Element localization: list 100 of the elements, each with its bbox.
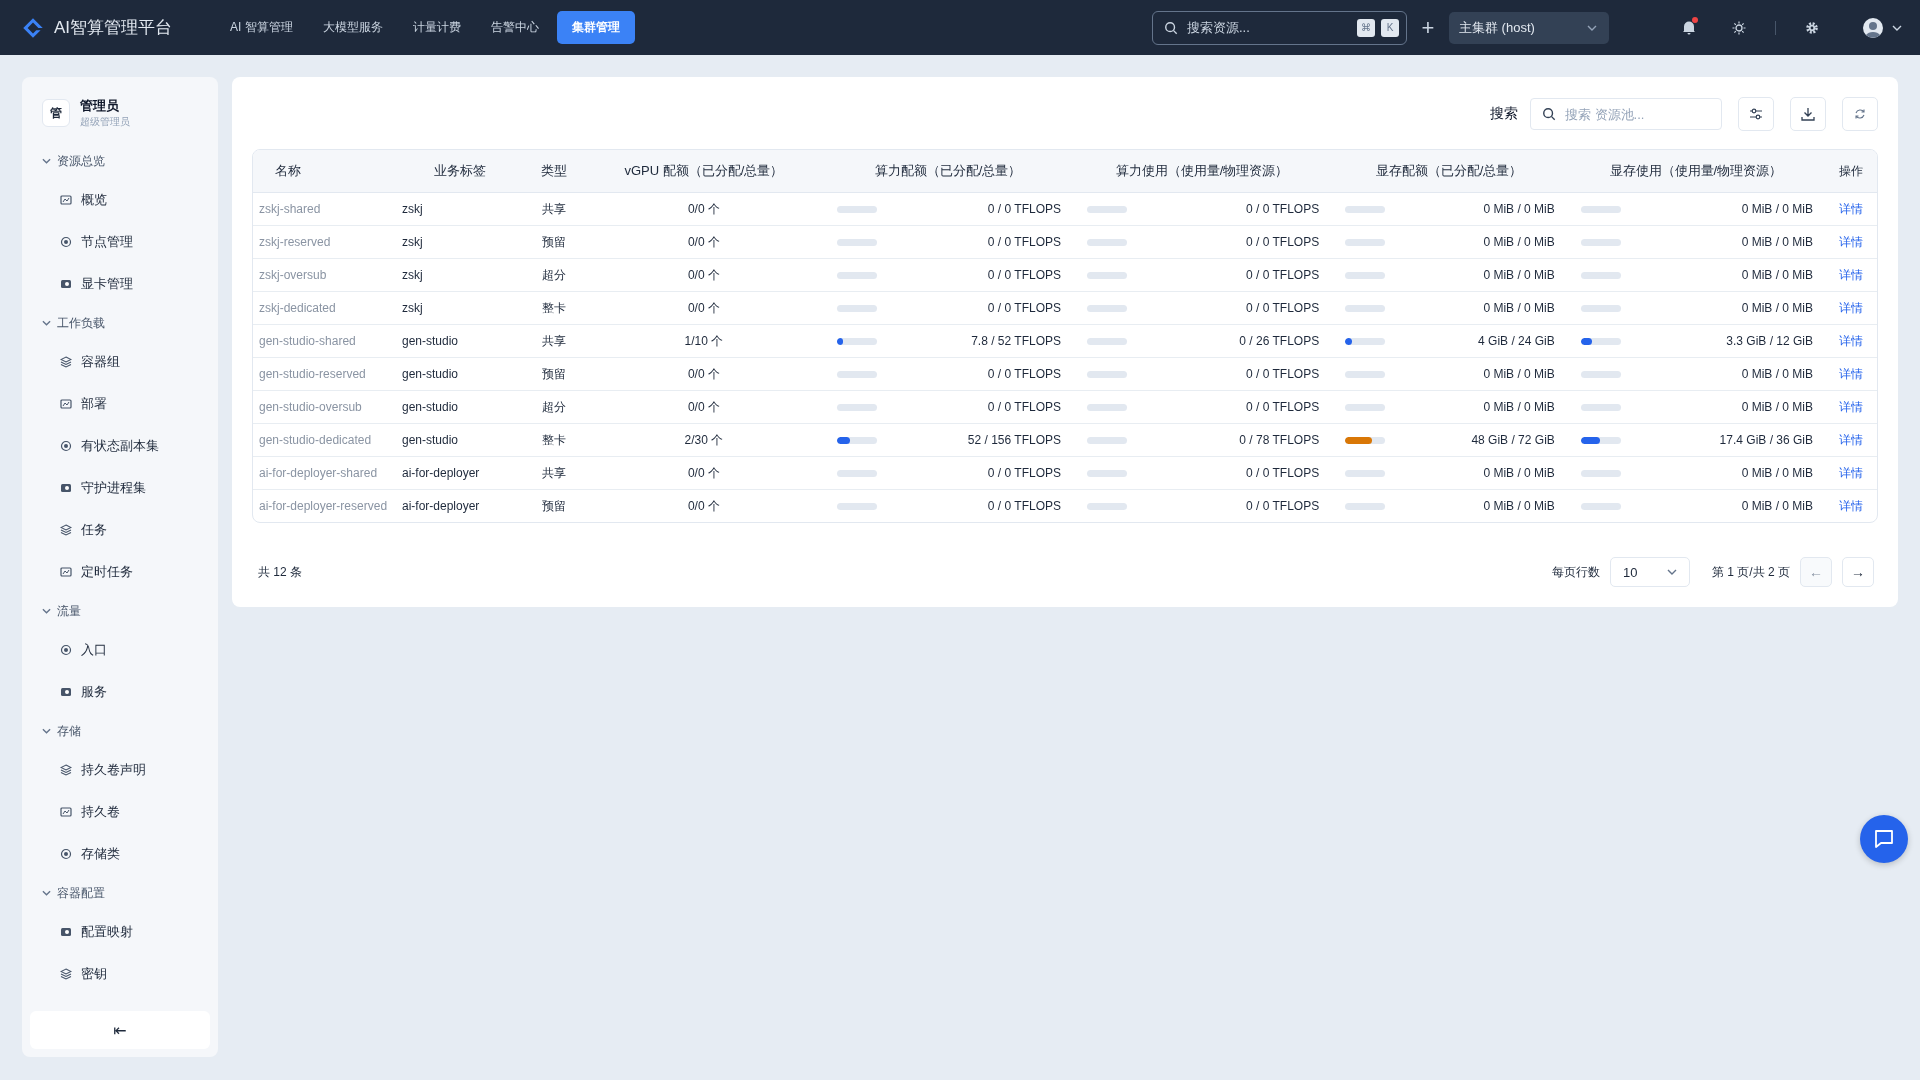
menu-item[interactable]: 配置映射: [30, 911, 210, 953]
usage-value: 0 / 0 TFLOPS: [986, 202, 1061, 216]
menu-item[interactable]: 密钥: [30, 953, 210, 995]
rows-per-page-label: 每页行数: [1551, 563, 1600, 581]
nav-tab[interactable]: 大模型服务: [310, 11, 395, 44]
menu-icon: [60, 356, 72, 368]
nav-tab[interactable]: AI 智算管理: [218, 11, 305, 44]
download-button[interactable]: [1790, 97, 1826, 131]
menu-icon: [60, 644, 72, 656]
usage-value: 0 / 0 TFLOPS: [1245, 499, 1320, 513]
details-link[interactable]: 详情: [1839, 234, 1863, 249]
menu-item[interactable]: 存储类: [30, 833, 210, 875]
menu-item[interactable]: 部署: [30, 383, 210, 425]
table-cell: 整卡: [523, 423, 585, 457]
column-header: 业务标签: [396, 150, 523, 193]
table-cell: gen-studio: [396, 423, 523, 457]
chevron-down-icon: [1892, 24, 1902, 31]
table-cell: gen-studio: [396, 357, 523, 391]
usage-value: 0 MiB / 0 MiB: [1740, 400, 1813, 414]
usage-value: 0 / 0 TFLOPS: [1245, 301, 1320, 315]
bell-icon: [1682, 20, 1696, 35]
add-button[interactable]: +: [1417, 16, 1439, 39]
shortcut-key: K: [1381, 18, 1399, 37]
details-link[interactable]: 详情: [1839, 333, 1863, 348]
nav-tab[interactable]: 计量计费: [400, 11, 473, 44]
usage-value: 0 MiB / 0 MiB: [1482, 499, 1555, 513]
sliders-icon: [1749, 107, 1763, 121]
table-cell: gen-studio: [396, 324, 523, 358]
usage-value: 17.4 GiB / 36 GiB: [1718, 433, 1813, 447]
menu-group[interactable]: 资源总览: [30, 143, 210, 179]
menu-group[interactable]: 容器配置: [30, 875, 210, 911]
user-name: 管理员: [80, 97, 120, 115]
menu-item[interactable]: 守护进程集: [30, 467, 210, 509]
menu-item[interactable]: 持久卷: [30, 791, 210, 833]
usage-value: 0 / 0 TFLOPS: [1245, 235, 1320, 249]
menu-item[interactable]: 定时任务: [30, 551, 210, 593]
menu-item[interactable]: 概览: [30, 179, 210, 221]
details-link[interactable]: 详情: [1839, 366, 1863, 381]
menu-item[interactable]: 持久卷声明: [30, 749, 210, 791]
usage-value: 0 / 0 TFLOPS: [986, 466, 1061, 480]
rows-per-page-select[interactable]: 10: [1609, 557, 1690, 587]
table-cell: 超分: [523, 258, 585, 292]
menu-item[interactable]: 任务: [30, 509, 210, 551]
menu-icon: [60, 398, 72, 410]
total-count: 共 12 条: [258, 563, 302, 581]
menu-group[interactable]: 工作负载: [30, 305, 210, 341]
menu-group[interactable]: 存储: [30, 713, 210, 749]
chevron-down-icon: [1666, 569, 1677, 575]
cluster-select[interactable]: 主集群 (host): [1449, 11, 1609, 44]
details-link[interactable]: 详情: [1839, 267, 1863, 282]
details-link[interactable]: 详情: [1839, 300, 1863, 315]
table-cell: gen-studio-dedicated: [253, 423, 396, 457]
column-header: 显存使用（使用量/物理资源）: [1566, 150, 1825, 193]
table-cell: 共享: [523, 456, 585, 490]
menu-item[interactable]: 有状态副本集: [30, 425, 210, 467]
table-cell: zskj: [396, 291, 523, 325]
menu-icon: [60, 926, 72, 938]
app-title: AI智算管理平台: [54, 17, 173, 39]
menu-icon: [60, 524, 72, 536]
column-header: vGPU 配额（已分配/总量）: [585, 150, 823, 193]
refresh-icon: [1854, 108, 1866, 120]
menu-icon: [60, 566, 72, 578]
table-cell: 预留: [523, 489, 585, 522]
table-cell: zskj-dedicated: [253, 291, 396, 325]
details-link[interactable]: 详情: [1839, 432, 1863, 447]
table-cell: ai-for-deployer: [396, 456, 523, 490]
details-link[interactable]: 详情: [1839, 201, 1863, 216]
table-cell: ai-for-deployer-reserved: [253, 489, 396, 522]
menu-item[interactable]: 显卡管理: [30, 263, 210, 305]
next-page-button[interactable]: →: [1842, 557, 1874, 587]
menu-item[interactable]: 入口: [30, 629, 210, 671]
usage-value: 0 / 0 TFLOPS: [1245, 268, 1320, 282]
menu-item[interactable]: 服务: [30, 671, 210, 713]
menu-group[interactable]: 流量: [30, 593, 210, 629]
menu-item[interactable]: 节点管理: [30, 221, 210, 263]
search-icon: [1542, 107, 1556, 121]
menu-icon: [60, 968, 72, 980]
usage-value: 0 / 26 TFLOPS: [1238, 334, 1320, 348]
chat-button[interactable]: [1860, 815, 1908, 863]
chat-icon: [1873, 828, 1895, 850]
download-icon: [1801, 107, 1815, 121]
details-link[interactable]: 详情: [1839, 465, 1863, 480]
menu-item[interactable]: 容器组: [30, 341, 210, 383]
user-menu[interactable]: [1862, 16, 1902, 39]
table-cell: 共享: [523, 192, 585, 226]
chevron-icon: [42, 320, 51, 326]
details-link[interactable]: 详情: [1839, 498, 1863, 513]
search-label: 搜索: [1490, 105, 1518, 123]
table-cell: 0/0 个: [585, 192, 823, 226]
table-cell: 预留: [523, 357, 585, 391]
page-info: 第 1 页/共 2 页: [1711, 563, 1790, 581]
nav-tab[interactable]: 集群管理: [556, 11, 635, 44]
nav-tab[interactable]: 告警中心: [478, 11, 551, 44]
usage-value: 0 MiB / 0 MiB: [1740, 235, 1813, 249]
usage-value: 0 MiB / 0 MiB: [1740, 268, 1813, 282]
filter-button[interactable]: [1738, 97, 1774, 131]
details-link[interactable]: 详情: [1839, 399, 1863, 414]
collapse-sidebar-button[interactable]: ⇤: [30, 1011, 210, 1049]
usage-value: 0 MiB / 0 MiB: [1740, 367, 1813, 381]
user-avatar: 管: [42, 99, 70, 127]
